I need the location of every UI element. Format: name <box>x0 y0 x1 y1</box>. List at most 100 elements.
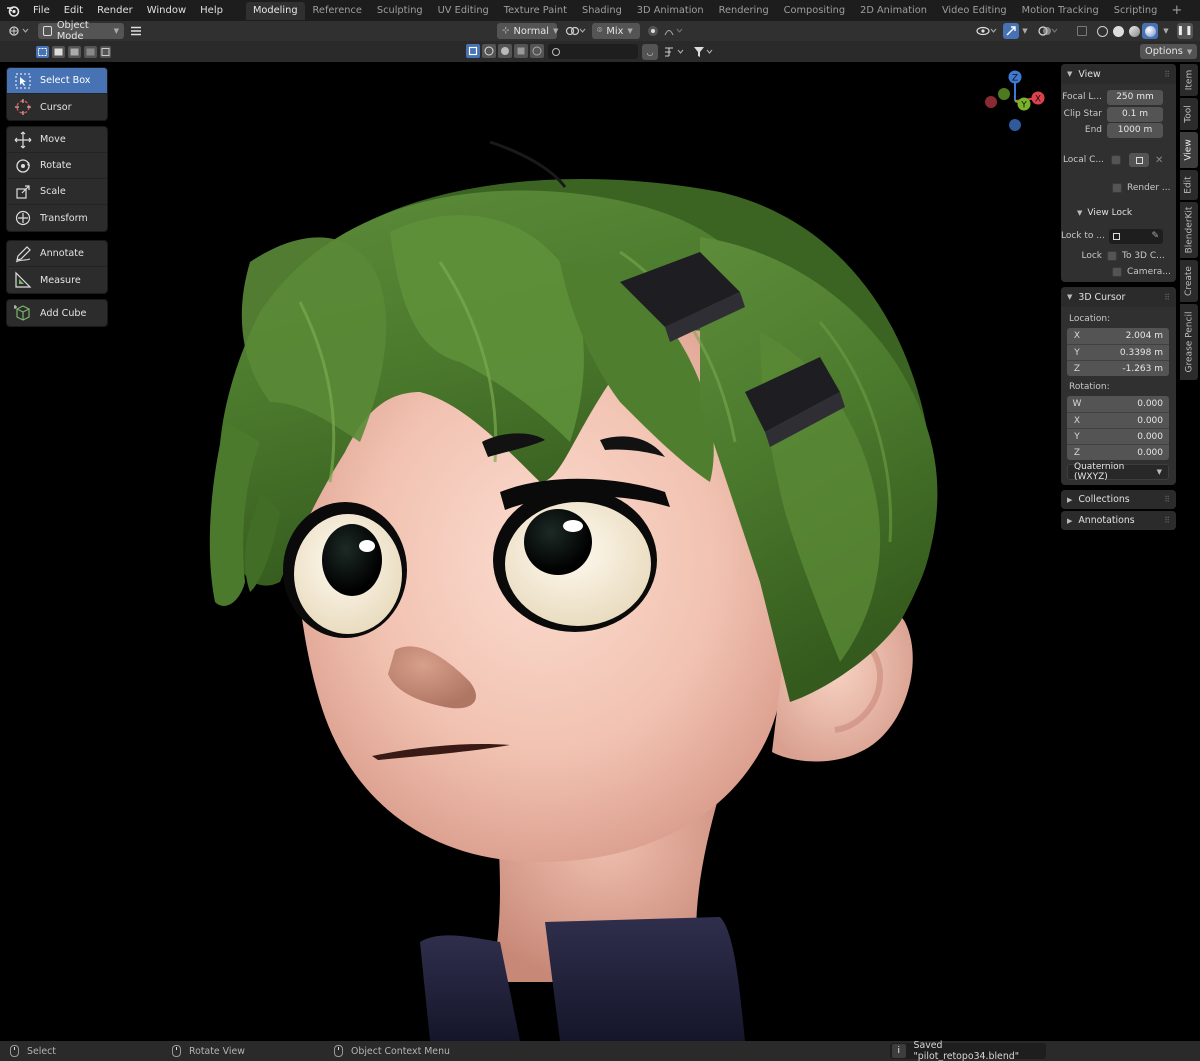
pause-render-icon[interactable]: ❚❚ <box>1176 23 1193 39</box>
proportional-edit-icon[interactable] <box>645 23 661 39</box>
gizmo-toggle-icon[interactable] <box>1003 23 1019 39</box>
clear-icon[interactable]: ✕ <box>1155 155 1163 166</box>
select-box-tool[interactable]: Select Box <box>7 68 107 94</box>
lock-to-cursor-checkbox[interactable] <box>1107 251 1117 261</box>
drag-handle-icon[interactable]: ⠿ <box>1164 516 1170 525</box>
view-panel-header[interactable]: ▼ View ⠿ <box>1061 64 1176 84</box>
mode-dropdown[interactable]: Object Mode ▼ <box>38 20 124 42</box>
tab-shading[interactable]: Shading <box>575 2 629 20</box>
clip-end-field[interactable]: 1000 m <box>1107 122 1163 138</box>
scale-tool[interactable]: Scale <box>7 179 107 205</box>
sort-icon[interactable] <box>662 44 688 60</box>
rotation-w-field[interactable]: W 0.000 <box>1067 396 1169 412</box>
menu-edit[interactable]: Edit <box>57 5 90 16</box>
menu-window[interactable]: Window <box>140 5 193 16</box>
snap-dropdown[interactable]: ⌾ Mix ▼ <box>592 23 640 39</box>
selection-mode-icons[interactable] <box>34 44 112 60</box>
move-tool[interactable]: Move <box>7 127 107 153</box>
rotation-y-field[interactable]: Y 0.000 <box>1067 428 1169 444</box>
options-dropdown[interactable]: Options ▼ <box>1140 44 1198 59</box>
cursor-x-field[interactable]: X 2.004 m <box>1067 328 1169 344</box>
search-icon <box>552 47 560 56</box>
menu-help[interactable]: Help <box>193 5 230 16</box>
orientation-dropdown[interactable]: ⊹ Normal ▼ <box>497 23 558 39</box>
add-workspace-button[interactable]: + <box>1165 3 1188 18</box>
drag-handle-icon[interactable]: ⠿ <box>1164 495 1170 504</box>
annotations-title: Annotations <box>1078 515 1135 526</box>
hamburger-menu-icon[interactable] <box>128 23 144 39</box>
collections-panel-header[interactable]: ▶ Collections ⠿ <box>1061 490 1176 509</box>
tab-create[interactable]: Create <box>1180 260 1198 302</box>
3d-cursor-panel-header[interactable]: ▼ 3D Cursor ⠿ <box>1061 287 1176 307</box>
eyedropper-icon[interactable]: ✎ <box>1151 231 1159 241</box>
search-field[interactable] <box>548 44 638 59</box>
blender-logo-icon[interactable] <box>0 0 26 21</box>
z-axis-label: Z <box>1073 363 1081 374</box>
camera-object-icon[interactable] <box>1129 153 1149 167</box>
drag-handle-icon[interactable]: ⠿ <box>1164 293 1170 302</box>
solid-shading-icon[interactable] <box>1110 23 1126 39</box>
rotation-x-field[interactable]: X 0.000 <box>1067 412 1169 428</box>
cursor-z-field[interactable]: Z -1.263 m <box>1067 360 1169 376</box>
annotations-panel[interactable]: ▶ Annotations ⠿ <box>1061 511 1176 530</box>
measure-label: Measure <box>40 274 81 286</box>
transform-tool[interactable]: Transform <box>7 205 107 231</box>
view-options-icon[interactable]: ◡ <box>642 44 658 60</box>
annotations-panel-header[interactable]: ▶ Annotations ⠿ <box>1061 511 1176 530</box>
tab-texture-paint[interactable]: Texture Paint <box>497 2 574 20</box>
menu-file[interactable]: File <box>26 5 57 16</box>
tab-sculpting[interactable]: Sculpting <box>370 2 430 20</box>
wireframe-shading-icon[interactable] <box>1094 23 1110 39</box>
local-camera-checkbox[interactable] <box>1111 155 1121 165</box>
tab-item[interactable]: Item <box>1180 64 1198 96</box>
3d-viewport[interactable]: Select Box Cursor Move Rotate Scale Tran… <box>0 62 1200 1041</box>
tab-uv-editing[interactable]: UV Editing <box>431 2 496 20</box>
editor-type-icon[interactable] <box>6 23 32 39</box>
tab-view[interactable]: View <box>1180 132 1198 168</box>
filter-funnel-icon[interactable] <box>692 44 716 60</box>
tab-video-editing[interactable]: Video Editing <box>935 2 1014 20</box>
cursor-y-field[interactable]: Y 0.3398 m <box>1067 344 1169 360</box>
tab-rendering[interactable]: Rendering <box>712 2 776 20</box>
tab-motion-tracking[interactable]: Motion Tracking <box>1015 2 1106 20</box>
tab-3d-animation[interactable]: 3D Animation <box>630 2 711 20</box>
visibility-icon[interactable] <box>975 23 999 39</box>
lock-camera-checkbox[interactable] <box>1112 267 1122 277</box>
chevron-down-icon[interactable]: ▼ <box>1160 23 1172 39</box>
navigation-gizmo[interactable]: Z X Y <box>980 66 1050 136</box>
tab-reference[interactable]: Reference <box>306 2 369 20</box>
tab-scripting[interactable]: Scripting <box>1107 2 1165 20</box>
rotation-mode-dropdown[interactable]: Quaternion (WXYZ) ▼ <box>1067 462 1169 482</box>
xray-toggle-icon[interactable] <box>1074 23 1090 39</box>
filter-icons[interactable] <box>465 43 545 59</box>
tab-edit[interactable]: Edit <box>1180 170 1198 200</box>
render-region-checkbox[interactable] <box>1112 183 1122 193</box>
tab-blenderkit[interactable]: BlenderKit <box>1180 202 1198 258</box>
rotation-z-field[interactable]: Z 0.000 <box>1067 444 1169 460</box>
menu-render[interactable]: Render <box>90 5 140 16</box>
chevron-down-icon[interactable]: ▼ <box>1019 23 1031 39</box>
drag-handle-icon[interactable]: ⠿ <box>1164 70 1170 79</box>
lock-object-field[interactable]: ✎ <box>1109 228 1163 244</box>
tab-2d-animation[interactable]: 2D Animation <box>853 2 934 20</box>
tab-compositing[interactable]: Compositing <box>777 2 852 20</box>
pivot-point-icon[interactable] <box>563 23 589 39</box>
tab-modeling[interactable]: Modeling <box>245 1 305 20</box>
tab-tool[interactable]: Tool <box>1180 98 1198 130</box>
collections-panel[interactable]: ▶ Collections ⠿ <box>1061 490 1176 509</box>
rotate-tool[interactable]: Rotate <box>7 153 107 179</box>
tab-grease-pencil[interactable]: Grease Pencil <box>1180 304 1198 380</box>
status-report[interactable]: i Saved "pilot_retopo34.blend" <box>890 1040 1046 1061</box>
annotate-tool[interactable]: Annotate <box>7 241 107 267</box>
rendered-shading-icon[interactable] <box>1142 23 1158 39</box>
add-cube-tool[interactable]: Add Cube <box>7 300 107 326</box>
measure-tool[interactable]: Measure <box>7 267 107 293</box>
overlays-icon[interactable] <box>1037 23 1059 39</box>
lock-camera-row: Camera... <box>1061 264 1176 280</box>
cursor-tool[interactable]: Cursor <box>7 94 107 120</box>
material-preview-icon[interactable] <box>1126 23 1142 39</box>
view-lock-header[interactable]: ▼ View Lock <box>1061 205 1176 221</box>
falloff-icon[interactable] <box>662 23 686 39</box>
clip-start-field[interactable]: 0.1 m <box>1107 106 1163 122</box>
focal-length-field[interactable]: 250 mm <box>1107 89 1163 105</box>
